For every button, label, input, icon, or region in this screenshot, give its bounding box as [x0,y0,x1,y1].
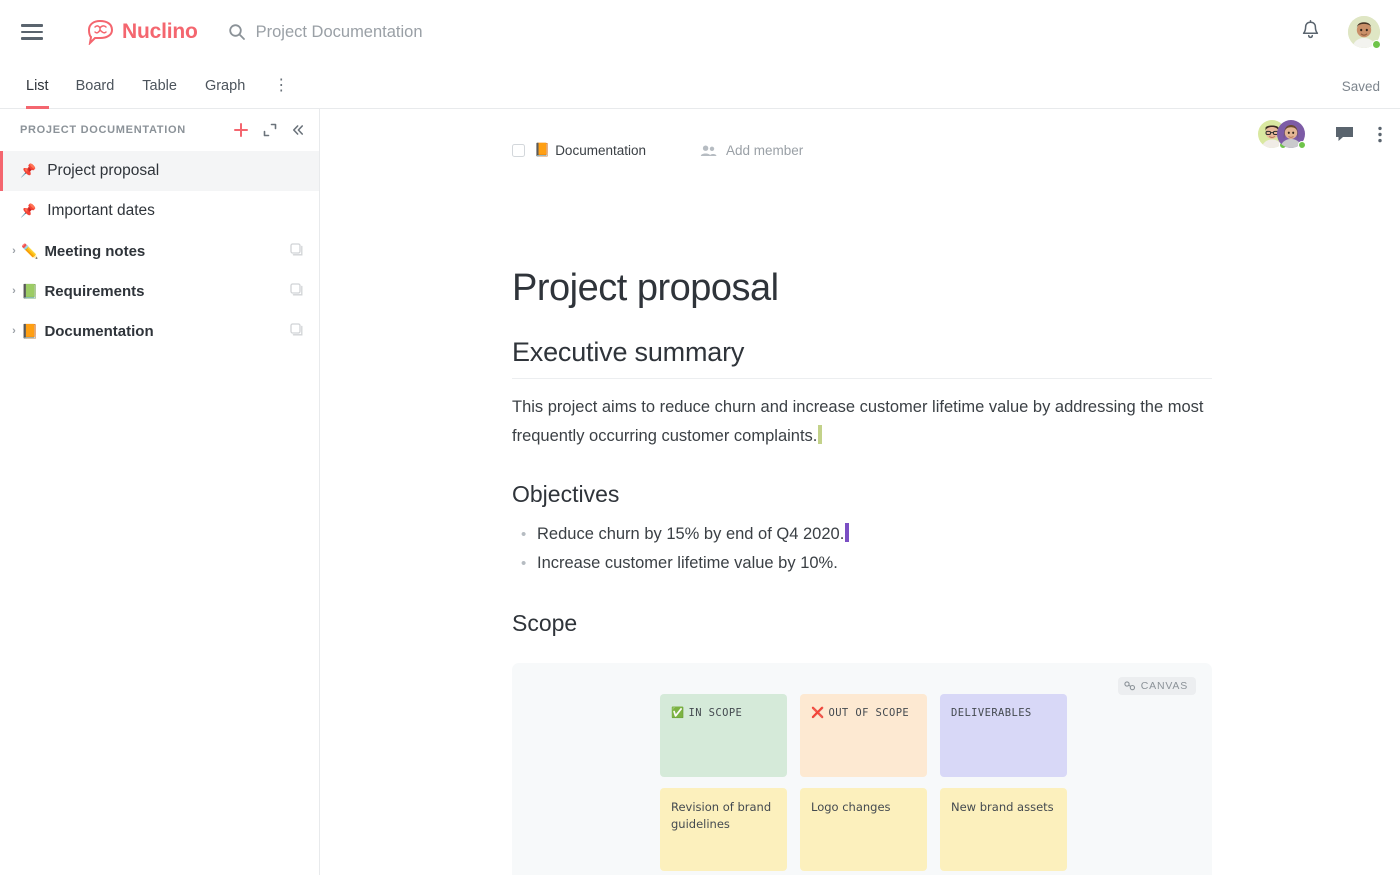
duplicate-icon[interactable] [290,282,303,300]
collaborator-avatar-2[interactable] [1277,120,1306,149]
section-heading-objectives: Objectives [512,481,620,507]
canvas-column-header-in-scope[interactable]: ✅ IN SCOPE [660,694,787,777]
canvas-column-label: OUT OF SCOPE [828,707,910,719]
search-input[interactable]: Project Documentation [228,23,1301,42]
search-icon [228,24,245,40]
view-tab-bar: List Board Table Graph ⋮ Saved [0,64,1400,109]
orange-book-icon: 📙 [534,142,551,157]
brain-bubble-logo-icon [87,19,114,45]
list-item[interactable]: Increase customer lifetime value by 10%. [512,549,1212,578]
select-checkbox[interactable] [512,143,525,157]
search-placeholder-text: Project Documentation [255,22,423,41]
check-icon: ✅ [671,707,685,719]
tab-table[interactable]: Table [142,64,177,109]
canvas-column-label: IN SCOPE [688,707,743,719]
sidebar-item-requirements[interactable]: › 📗 Requirements [0,271,319,311]
tab-board[interactable]: Board [76,64,115,109]
canvas-cards: ✅ IN SCOPE ❌ OUT OF SCOPE DELIVERABLES Rev… [660,694,1067,875]
canvas-sticky-note[interactable]: Logo changes [800,788,927,871]
chevron-right-icon[interactable]: › [8,285,20,297]
page-title[interactable]: Project proposal [512,267,779,310]
more-options-button[interactable] [1378,126,1382,143]
canvas-badge-label: CANVAS [1140,680,1188,692]
cross-icon: ❌ [811,707,825,719]
breadcrumb-label: Documentation [555,142,646,158]
add-member-button[interactable]: Add member [700,143,803,158]
duplicate-icon[interactable] [290,242,303,260]
canvas-column-header-out-of-scope[interactable]: ❌ OUT OF SCOPE [800,694,927,777]
document-body: Executive summary This project aims to r… [512,337,1212,875]
online-status-dot [1298,141,1306,149]
logo-text: Nuclino [122,20,198,43]
online-status-dot [1372,40,1381,49]
canvas-badge[interactable]: CANVAS [1117,677,1196,695]
tab-list[interactable]: List [26,64,49,109]
section-heading-executive-summary: Executive summary [512,337,1212,379]
comment-icon [1336,126,1353,141]
collaborator-avatars [1258,120,1306,149]
comments-button[interactable] [1335,126,1354,143]
chevron-right-icon[interactable]: › [8,245,20,257]
notifications-bell-icon[interactable] [1301,19,1320,45]
canvas-header-row: ✅ IN SCOPE ❌ OUT OF SCOPE DELIVERABLES [660,694,1067,777]
document-pane: 📙 Documentation Add member Project propo… [320,109,1400,875]
pin-icon: 📌 [20,203,37,218]
list-item[interactable]: Reduce churn by 15% by end of Q4 2020. [512,520,1212,549]
sidebar-header: PROJECT DOCUMENTATION [0,109,319,151]
double-chevron-left-icon [293,125,303,135]
canvas-embed[interactable]: CANVAS ✅ IN SCOPE ❌ OUT OF SCOPE DELIVERAB… [512,663,1212,875]
tab-graph[interactable]: Graph [205,64,245,109]
objectives-list: Reduce churn by 15% by end of Q4 2020. I… [512,520,1212,578]
expand-icon [263,123,277,137]
collaborator-cursor-green [818,425,822,444]
list-item-text: Reduce churn by 15% by end of Q4 2020. [537,525,845,543]
canvas-column-header-deliverables[interactable]: DELIVERABLES [940,694,1067,777]
breadcrumb: 📙 Documentation Add member [512,142,803,158]
sidebar-item-label: Important dates [47,202,155,219]
nuclino-logo[interactable]: Nuclino [86,19,198,45]
canvas-sticky-note[interactable]: Revision of brand guidelines [660,788,787,871]
user-avatar[interactable] [1348,16,1381,49]
canvas-note-row: Revision of brand guidelines Logo change… [660,788,1067,871]
add-member-label: Add member [726,142,804,158]
hamburger-menu-icon[interactable] [21,24,43,40]
sidebar-item-important-dates[interactable]: 📌 Important dates [0,191,319,231]
more-options-icon [1378,126,1382,142]
sidebar: PROJECT DOCUMENTATION 📌 Project proposal… [0,109,320,875]
plus-icon [234,123,248,137]
sidebar-item-meeting-notes[interactable]: › ✏️ Meeting notes [0,231,319,271]
document-toolbar [1258,120,1388,149]
sidebar-item-label: Requirements [44,282,145,300]
sidebar-item-label: Documentation [44,322,154,340]
sidebar-item-project-proposal[interactable]: 📌 Project proposal [0,151,319,191]
green-book-icon: 📗 [21,282,39,299]
top-bar: Nuclino Project Documentation [0,0,1400,64]
section-heading-scope: Scope [512,610,578,636]
add-item-button[interactable] [233,122,249,138]
pencil-icon: ✏️ [21,242,39,259]
collapse-sidebar-button[interactable] [291,123,305,137]
canvas-sticky-note[interactable]: New brand assets [940,788,1067,871]
chevron-right-icon[interactable]: › [8,325,20,337]
breadcrumb-item-documentation[interactable]: 📙 Documentation [534,142,646,158]
tab-overflow-menu-icon[interactable]: ⋮ [273,78,289,94]
sidebar-item-documentation[interactable]: › 📙 Documentation [0,311,319,351]
orange-book-icon: 📙 [21,322,39,339]
save-status-label: Saved [1341,78,1380,94]
duplicate-icon[interactable] [290,322,303,340]
canvas-icon [1124,681,1135,691]
paragraph-text: This project aims to reduce churn and in… [512,398,1204,445]
canvas-column-label: DELIVERABLES [951,707,1032,719]
executive-summary-paragraph[interactable]: This project aims to reduce churn and in… [512,393,1212,451]
pin-icon: 📌 [20,163,37,178]
sidebar-workspace-title: PROJECT DOCUMENTATION [20,124,186,136]
collaborator-cursor-purple [845,523,849,542]
sidebar-item-label: Meeting notes [44,242,146,260]
expand-button[interactable] [263,123,277,137]
sidebar-item-label: Project proposal [47,162,160,179]
people-icon [700,144,717,157]
